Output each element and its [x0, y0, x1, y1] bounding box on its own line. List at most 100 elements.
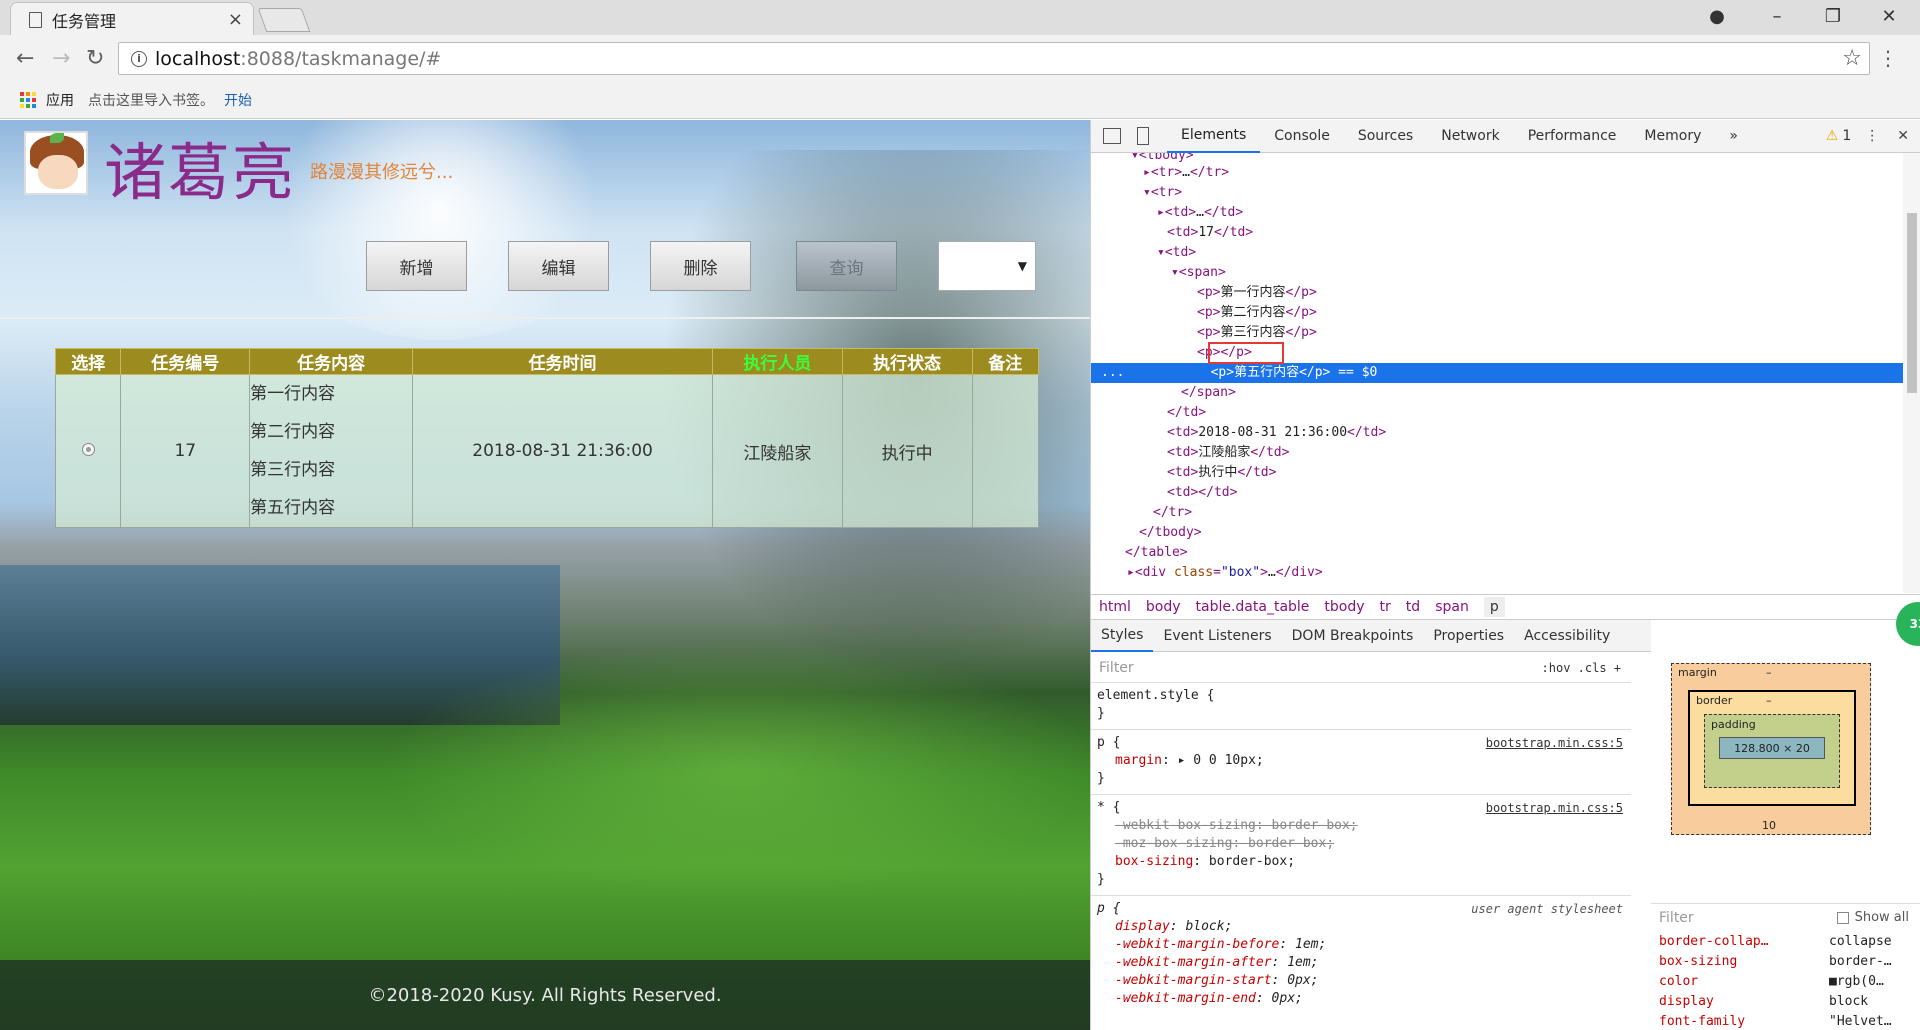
device-toolbar-icon[interactable]	[1137, 127, 1149, 145]
computed-row[interactable]: display block	[1651, 992, 1920, 1012]
style-rule[interactable]: p { user agent stylesheet display: block…	[1091, 896, 1631, 1014]
row-radio[interactable]	[81, 443, 95, 456]
dom-line[interactable]: ▾<td>	[1091, 243, 1903, 263]
style-rule[interactable]: * { bootstrap.min.css:5 -webkit-box-sizi…	[1091, 795, 1631, 896]
style-tools[interactable]: :hov .cls +	[1542, 661, 1631, 675]
new-tab-button[interactable]	[257, 8, 311, 32]
close-window-icon[interactable]: ✕	[1866, 0, 1912, 32]
dom-line[interactable]: <td>江陵船家</td>	[1091, 443, 1903, 463]
devtools-menu-icon[interactable]: ⋮	[1865, 128, 1879, 144]
style-property[interactable]: -webkit-margin-before: 1em;	[1097, 936, 1625, 954]
show-all-checkbox[interactable]: Show all	[1836, 910, 1920, 925]
tab-elements[interactable]: Elements	[1167, 120, 1261, 153]
dom-line[interactable]: </span>	[1091, 383, 1903, 403]
add-button[interactable]: 新增	[366, 241, 467, 291]
style-property-overridden[interactable]: -webkit-box-sizing: border-box;	[1097, 817, 1625, 835]
filter-select[interactable]: ▼	[938, 241, 1036, 291]
bookmark-star-icon[interactable]: ☆	[1842, 46, 1862, 71]
reload-icon[interactable]: ↻	[86, 46, 104, 71]
style-property[interactable]: margin: ▸ 0 0 10px;	[1097, 752, 1625, 770]
tab-styles[interactable]: Styles	[1091, 620, 1154, 652]
start-link[interactable]: 开始	[224, 90, 252, 110]
address-bar[interactable]: i localhost:8088/taskmanage/#	[118, 42, 1870, 75]
dom-line[interactable]: ▾<tr>	[1091, 183, 1903, 203]
apps-link[interactable]: 应用	[46, 90, 74, 110]
dom-line-selected[interactable]: ... <p>第五行内容</p> == $0	[1091, 363, 1903, 383]
dom-line[interactable]: ▾<span>	[1091, 263, 1903, 283]
rule-source-link[interactable]: bootstrap.min.css:5	[1486, 799, 1623, 817]
tab-dom-breakpoints[interactable]: DOM Breakpoints	[1282, 620, 1424, 652]
dom-line[interactable]: <td>2018-08-31 21:36:00</td>	[1091, 423, 1903, 443]
breadcrumb-item[interactable]: span	[1435, 599, 1469, 615]
style-property[interactable]: -webkit-margin-end: 0px;	[1097, 990, 1625, 1008]
info-icon[interactable]: i	[131, 50, 147, 67]
style-property[interactable]: -webkit-margin-after: 1em;	[1097, 954, 1625, 972]
back-icon[interactable]: ←	[16, 46, 34, 71]
style-property[interactable]: display: block;	[1097, 918, 1625, 936]
computed-filter-input[interactable]: Filter Show all	[1651, 903, 1920, 931]
warning-count: 1	[1842, 128, 1852, 144]
restore-icon[interactable]: ❐	[1810, 0, 1856, 32]
style-property[interactable]: -webkit-margin-start: 0px;	[1097, 972, 1625, 990]
computed-row[interactable]: border-collap… collapse	[1651, 932, 1920, 952]
apps-icon[interactable]	[20, 92, 36, 108]
inspect-element-icon[interactable]	[1103, 128, 1121, 144]
style-property-overridden[interactable]: -moz-box-sizing: border-box;	[1097, 835, 1625, 853]
computed-row[interactable]: color ■rgb(0…	[1651, 972, 1920, 992]
header-executor: 执行人员	[711, 348, 843, 375]
dom-line[interactable]: <td>17</td>	[1091, 223, 1903, 243]
browser-menu-icon[interactable]: ⋮	[1878, 46, 1898, 70]
computed-row[interactable]: box-sizing border-…	[1651, 952, 1920, 972]
profile-icon[interactable]: ●	[1694, 0, 1740, 32]
dom-line[interactable]: ▸<div class="box">…</div>	[1091, 563, 1903, 583]
task-content-cell: 第一行内容 第二行内容 第三行内容 第五行内容	[249, 374, 414, 528]
dom-line[interactable]: </table>	[1091, 543, 1903, 563]
dom-tree[interactable]: ▾<tbody> ▸<tr>…</tr> ▾<tr> ▸<td>…</td> <…	[1091, 153, 1903, 593]
style-property[interactable]: box-sizing: border-box;	[1097, 853, 1625, 871]
rule-source-link[interactable]: bootstrap.min.css:5	[1486, 734, 1623, 752]
dom-line[interactable]: ▸<td>…</td>	[1091, 203, 1903, 223]
forward-icon[interactable]: →	[52, 46, 70, 71]
dom-line[interactable]: ▸<tr>…</tr>	[1091, 163, 1903, 183]
dom-scrollbar[interactable]	[1903, 153, 1920, 593]
dom-line[interactable]: <p>第一行内容</p>	[1091, 283, 1903, 303]
tab-sources[interactable]: Sources	[1344, 120, 1427, 153]
breadcrumb-item[interactable]: html	[1099, 599, 1131, 615]
breadcrumb-item-current[interactable]: p	[1483, 597, 1505, 617]
tab-performance[interactable]: Performance	[1514, 120, 1631, 153]
breadcrumb-item[interactable]: table.data_table	[1196, 599, 1310, 615]
tab-network[interactable]: Network	[1427, 120, 1513, 153]
tab-console[interactable]: Console	[1260, 120, 1344, 153]
style-rule[interactable]: p { bootstrap.min.css:5 margin: ▸ 0 0 10…	[1091, 730, 1631, 795]
edit-button[interactable]: 编辑	[508, 241, 609, 291]
close-tab-icon[interactable]: ×	[228, 9, 243, 30]
close-devtools-icon[interactable]: ✕	[1897, 128, 1909, 144]
dom-line[interactable]: <p>第二行内容</p>	[1091, 303, 1903, 323]
breadcrumb-item[interactable]: tr	[1380, 599, 1391, 615]
tab-accessibility[interactable]: Accessibility	[1514, 620, 1620, 652]
warning-icon[interactable]: ⚠	[1826, 128, 1839, 144]
disabled-button[interactable]: 查询	[796, 241, 897, 291]
computed-row[interactable]: font-family "Helvet…	[1651, 1012, 1920, 1030]
dom-line[interactable]: <td>执行中</td>	[1091, 463, 1903, 483]
minimize-icon[interactable]: –	[1754, 0, 1800, 32]
tab-memory[interactable]: Memory	[1630, 120, 1715, 153]
dom-line[interactable]: </tbody>	[1091, 523, 1903, 543]
table-row[interactable]: 17 第一行内容 第二行内容 第三行内容 第五行内容 2018-08-31 21…	[54, 374, 1040, 528]
breadcrumb-item[interactable]: tbody	[1324, 599, 1364, 615]
dom-line[interactable]: <td></td>	[1091, 483, 1903, 503]
dom-line[interactable]: ▾<tbody>	[1091, 153, 1903, 163]
import-bookmarks-hint[interactable]: 点击这里导入书签。	[88, 90, 214, 110]
tab-properties[interactable]: Properties	[1423, 620, 1514, 652]
dom-line[interactable]: </td>	[1091, 403, 1903, 423]
tab-event-listeners[interactable]: Event Listeners	[1153, 620, 1281, 652]
dom-line[interactable]: <p>第三行内容</p>	[1091, 323, 1903, 343]
browser-tab[interactable]: 任务管理 ×	[10, 2, 254, 36]
delete-button[interactable]: 删除	[650, 241, 751, 291]
more-tabs-icon[interactable]: »	[1715, 120, 1752, 153]
dom-line[interactable]: </tr>	[1091, 503, 1903, 523]
breadcrumb-item[interactable]: body	[1146, 599, 1181, 615]
styles-filter-input[interactable]: Filter :hov .cls +	[1091, 653, 1631, 683]
style-rule[interactable]: element.style { }	[1091, 683, 1631, 730]
breadcrumb-item[interactable]: td	[1406, 599, 1420, 615]
